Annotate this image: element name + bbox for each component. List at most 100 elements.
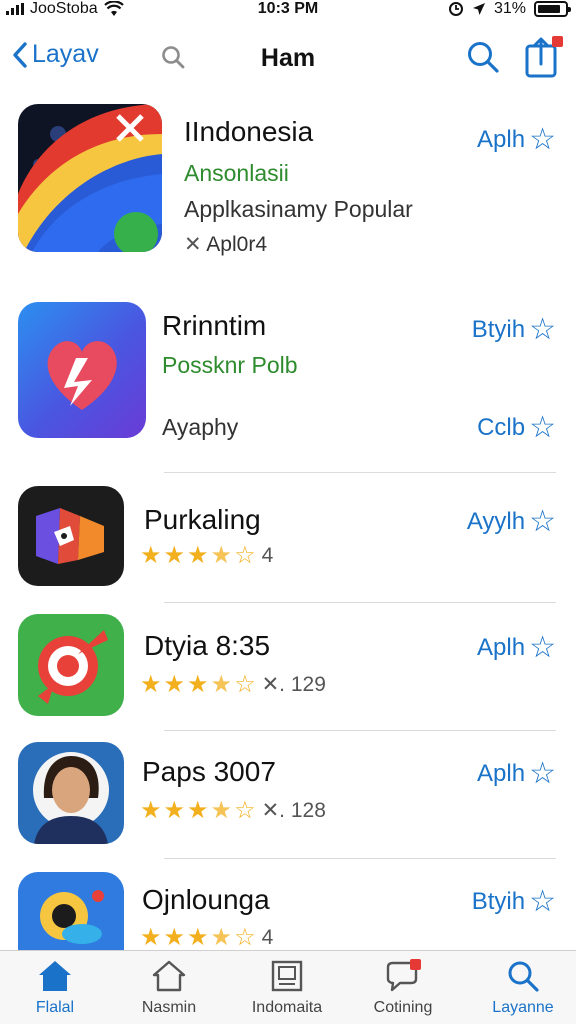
get-button-label: Aplh bbox=[477, 125, 526, 153]
get-button[interactable]: Ayylh ☆ bbox=[467, 504, 556, 539]
search-icon bbox=[508, 961, 539, 992]
app-icon-ojnlounga bbox=[18, 872, 124, 950]
document-icon bbox=[271, 960, 303, 992]
rating-count: ✕. 128 bbox=[261, 799, 326, 822]
tab-home[interactable]: Flalal bbox=[0, 959, 110, 1017]
star-outline-icon: ☆ bbox=[234, 542, 256, 569]
close-small-icon: ✕ bbox=[184, 233, 202, 256]
star-outline-icon[interactable]: ☆ bbox=[529, 504, 556, 539]
app-publisher: Possknr Polb bbox=[162, 352, 298, 378]
rating-count: 4 bbox=[261, 926, 274, 949]
tab-label: Indomaita bbox=[251, 999, 323, 1016]
search-button-icon[interactable] bbox=[466, 40, 500, 74]
get-button[interactable]: Btyih ☆ bbox=[472, 312, 556, 347]
app-icon-dtyia bbox=[18, 614, 124, 716]
star-filled-icon: ★ bbox=[163, 542, 186, 569]
get-button[interactable]: Aplh ☆ bbox=[477, 756, 556, 791]
app-meta-text: Apl0r4 bbox=[206, 233, 267, 256]
tab-label: Flalal bbox=[35, 999, 75, 1016]
app-name: Purkaling bbox=[144, 504, 261, 535]
battery-percent: 31% bbox=[493, 0, 526, 17]
star-outline-icon: ☆ bbox=[234, 670, 256, 698]
rating: ★ ★ ★ ★ ☆ 4 bbox=[140, 926, 273, 950]
app-name: IIndonesia bbox=[184, 116, 314, 147]
star-filled-icon: ★ bbox=[140, 924, 162, 950]
tab-label: Nasmin bbox=[141, 999, 197, 1016]
list-item[interactable]: Ojnlounga ★ ★ ★ ★ ☆ 4 Btyih ☆ bbox=[0, 866, 576, 950]
get-button-label: Btyih bbox=[471, 887, 526, 915]
tab-label: Layanne bbox=[492, 999, 554, 1016]
app-category: Ayaphy bbox=[162, 414, 239, 440]
rating-count: ✕. 129 bbox=[261, 673, 326, 696]
location-icon bbox=[472, 3, 485, 15]
star-filled-icon: ★ bbox=[187, 670, 209, 698]
divider bbox=[164, 602, 556, 603]
house-outline-icon bbox=[152, 960, 186, 992]
tab-cotining[interactable]: Cotining bbox=[348, 959, 458, 1017]
get-button-label: Aplh bbox=[477, 633, 526, 661]
app-name: Dtyia 8:35 bbox=[144, 630, 271, 661]
app-icon-avatar bbox=[18, 742, 124, 844]
divider bbox=[164, 472, 556, 473]
star-half-icon: ★ bbox=[210, 796, 233, 824]
star-filled-icon: ★ bbox=[140, 542, 162, 569]
star-outline-icon[interactable]: ☆ bbox=[529, 312, 556, 347]
secondary-button-label: Cclb bbox=[477, 413, 526, 441]
rating: ★ ★ ★ ★ ☆ ✕. 129 bbox=[140, 672, 326, 697]
app-meta: ✕ Apl0r4 bbox=[184, 232, 267, 257]
app-icon-indonesia bbox=[18, 104, 162, 252]
star-filled-icon: ★ bbox=[140, 670, 162, 698]
alarm-icon bbox=[448, 2, 463, 16]
house-filled-icon bbox=[39, 961, 71, 991]
status-right: 31% bbox=[448, 0, 571, 18]
star-outline-icon[interactable]: ☆ bbox=[529, 884, 556, 919]
get-button-label: Ayylh bbox=[466, 507, 526, 535]
app-name: Paps 3007 bbox=[142, 756, 276, 787]
app-name: Rrinntim bbox=[162, 310, 267, 341]
star-half-icon: ★ bbox=[210, 924, 233, 950]
get-button-label: Aplh bbox=[477, 759, 526, 787]
list-item[interactable]: IIndonesia Ansonlasii Applkasinamy Popul… bbox=[0, 100, 576, 270]
divider bbox=[164, 730, 556, 731]
star-filled-icon: ★ bbox=[163, 924, 186, 950]
get-button[interactable]: Aplh ☆ bbox=[477, 630, 556, 665]
tab-bar: Flalal Nasmin Indomaita Cotining Layanne bbox=[0, 950, 576, 1024]
app-name: Ojnlounga bbox=[142, 884, 270, 915]
secondary-button[interactable]: Cclb ☆ bbox=[477, 410, 556, 445]
divider bbox=[164, 858, 556, 859]
rating: ★ ★ ★ ★ ☆ 4 bbox=[140, 544, 273, 568]
get-button[interactable]: Btyih ☆ bbox=[472, 884, 556, 919]
star-filled-icon: ★ bbox=[187, 542, 209, 569]
star-filled-icon: ★ bbox=[187, 796, 209, 824]
list-item[interactable]: Purkaling ★ ★ ★ ★ ☆ 4 Ayylh ☆ bbox=[0, 480, 576, 602]
rating-count: 4 bbox=[261, 544, 274, 567]
get-button[interactable]: Aplh ☆ bbox=[477, 122, 556, 157]
star-outline-icon[interactable]: ☆ bbox=[529, 756, 556, 791]
tab-search[interactable]: Layanne bbox=[468, 959, 576, 1017]
star-outline-icon: ☆ bbox=[234, 796, 256, 824]
chat-badge-icon bbox=[386, 959, 421, 992]
battery-icon bbox=[534, 1, 571, 17]
star-outline-icon[interactable]: ☆ bbox=[529, 630, 556, 665]
tab-label: Cotining bbox=[373, 999, 433, 1016]
star-filled-icon: ★ bbox=[163, 796, 186, 824]
star-filled-icon: ★ bbox=[187, 924, 209, 950]
app-publisher: Ansonlasii bbox=[184, 160, 289, 186]
list-item[interactable]: Paps 3007 ★ ★ ★ ★ ☆ ✕. 128 Aplh ☆ bbox=[0, 736, 576, 858]
star-half-icon: ★ bbox=[210, 542, 233, 569]
get-button-label: Btyih bbox=[471, 315, 526, 343]
star-outline-icon: ☆ bbox=[234, 924, 256, 950]
star-outline-icon[interactable]: ☆ bbox=[529, 410, 556, 445]
share-icon[interactable] bbox=[524, 36, 564, 78]
tab-indomaita[interactable]: Indomaita bbox=[232, 959, 342, 1017]
app-icon-purkaling bbox=[18, 486, 124, 586]
app-category: Applkasinamy Popular bbox=[184, 196, 413, 222]
list-item[interactable]: Rrinntim Possknr Polb Ayaphy Btyih ☆ Ccl… bbox=[0, 296, 576, 472]
star-half-icon: ★ bbox=[210, 670, 233, 698]
rating-count-value: 128 bbox=[290, 799, 326, 822]
star-filled-icon: ★ bbox=[163, 670, 186, 698]
status-bar: JooStoba 10:3 PM 31% bbox=[0, 0, 576, 22]
list-item[interactable]: Dtyia 8:35 ★ ★ ★ ★ ☆ ✕. 129 Aplh ☆ bbox=[0, 608, 576, 730]
tab-nasmin[interactable]: Nasmin bbox=[114, 959, 224, 1017]
star-outline-icon[interactable]: ☆ bbox=[529, 122, 556, 157]
